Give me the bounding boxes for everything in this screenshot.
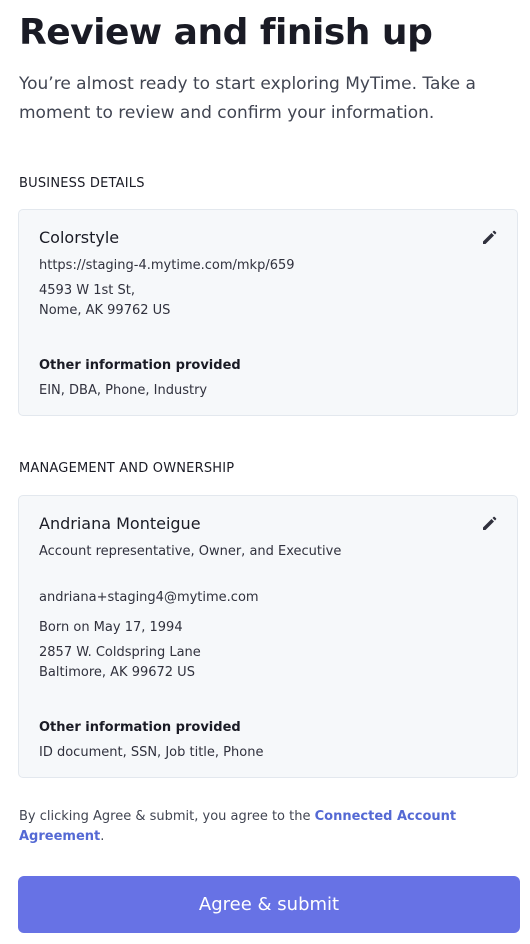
business-address-line1: 4593 W 1st St, bbox=[39, 283, 135, 298]
edit-business-button[interactable] bbox=[479, 228, 499, 248]
page-title: Review and finish up bbox=[19, 12, 433, 53]
business-address-line2: Nome, AK 99762 US bbox=[39, 303, 171, 318]
representative-address-line1: 2857 W. Coldspring Lane bbox=[39, 645, 201, 660]
representative-other-info-value: ID document, SSN, Job title, Phone bbox=[39, 745, 264, 760]
agree-submit-button[interactable]: Agree & submit bbox=[18, 876, 520, 933]
agreement-suffix: . bbox=[100, 829, 105, 844]
representative-other-info-label: Other information provided bbox=[39, 720, 241, 735]
representative-email: andriana+staging4@mytime.com bbox=[39, 590, 259, 605]
management-ownership-card: Andriana Monteigue Account representativ… bbox=[18, 495, 518, 778]
business-name: Colorstyle bbox=[39, 228, 120, 247]
business-details-heading: BUSINESS DETAILS bbox=[19, 176, 145, 191]
business-url: https://staging-4.mytime.com/mkp/659 bbox=[39, 258, 295, 273]
business-other-info-label: Other information provided bbox=[39, 358, 241, 373]
edit-management-button[interactable] bbox=[479, 514, 499, 534]
agreement-text: By clicking Agree & submit, you agree to… bbox=[19, 807, 489, 847]
management-ownership-heading: MANAGEMENT AND OWNERSHIP bbox=[19, 461, 235, 476]
representative-birthdate: Born on May 17, 1994 bbox=[39, 620, 183, 635]
business-details-card: Colorstyle https://staging-4.mytime.com/… bbox=[18, 209, 518, 416]
pencil-icon bbox=[483, 230, 497, 244]
pencil-icon bbox=[483, 516, 497, 530]
representative-roles: Account representative, Owner, and Execu… bbox=[39, 544, 342, 559]
representative-address-line2: Baltimore, AK 99672 US bbox=[39, 665, 195, 680]
representative-name: Andriana Monteigue bbox=[39, 514, 201, 533]
intro-text: You’re almost ready to start exploring M… bbox=[19, 74, 476, 123]
business-other-info-value: EIN, DBA, Phone, Industry bbox=[39, 383, 208, 398]
agreement-prefix: By clicking Agree & submit, you agree to… bbox=[19, 809, 315, 824]
